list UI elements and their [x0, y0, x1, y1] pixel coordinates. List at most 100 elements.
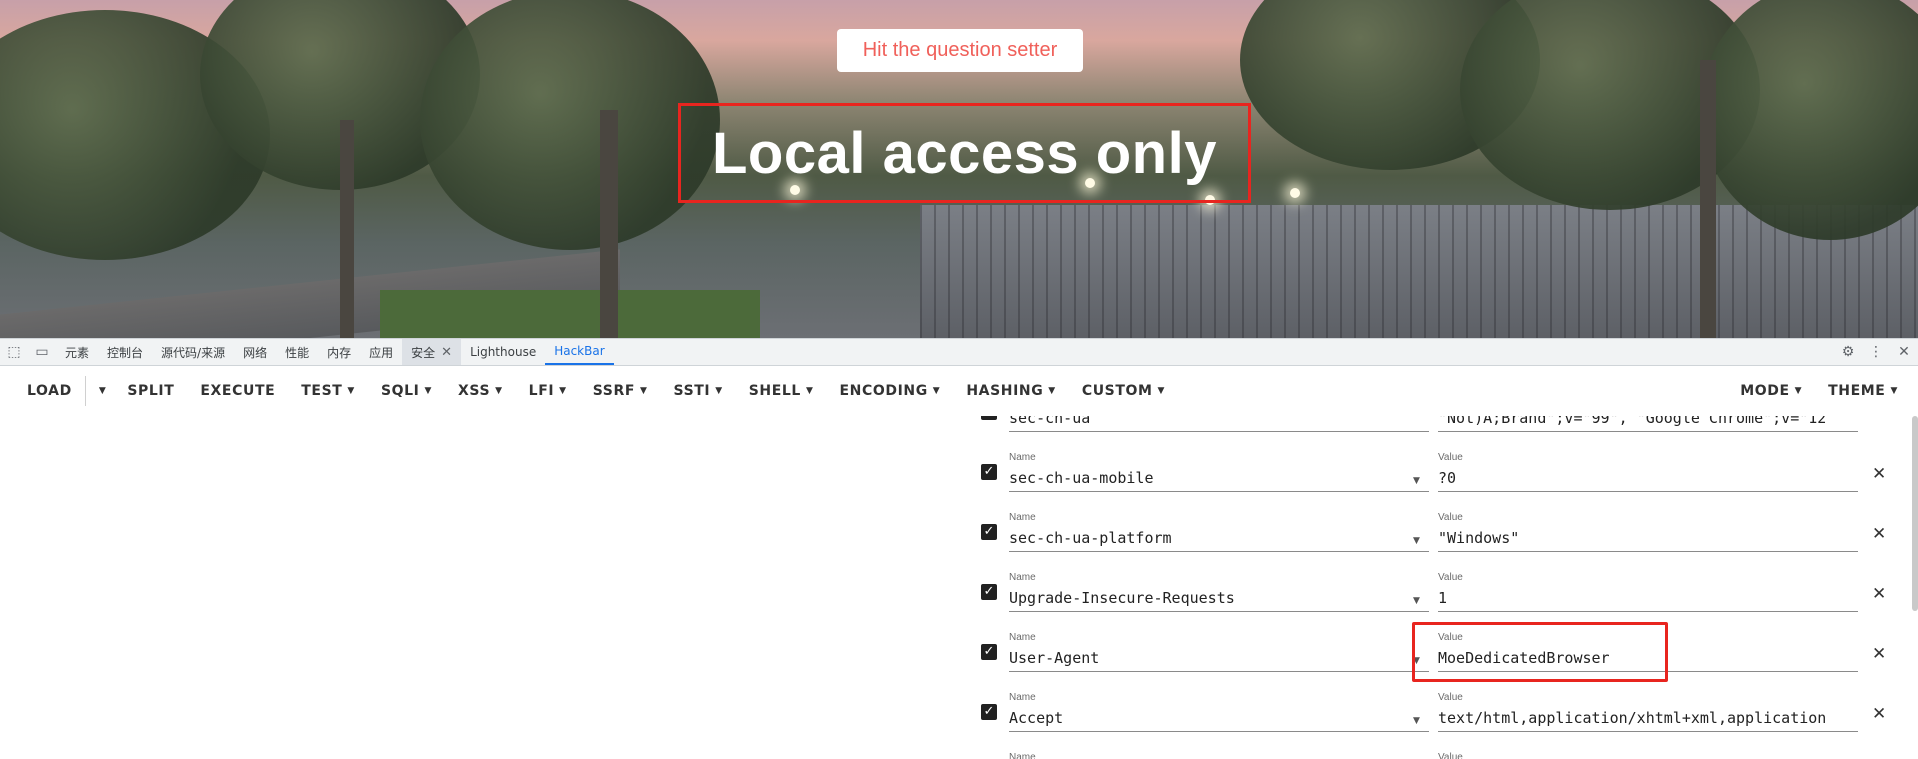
tab-application[interactable]: 应用	[360, 339, 402, 365]
header-row: Name Value	[0, 726, 1918, 759]
delete-header-icon[interactable]: ✕	[1872, 464, 1886, 484]
menu-test[interactable]: TEST ▼	[288, 366, 368, 416]
chevron-down-icon[interactable]: ▼	[1413, 536, 1420, 546]
name-label: Name	[1009, 572, 1036, 583]
menu-custom[interactable]: CUSTOM ▼	[1069, 366, 1178, 416]
delete-header-icon[interactable]: ✕	[1872, 704, 1886, 724]
header-enabled-checkbox[interactable]: ✓	[981, 464, 997, 480]
value-label: Value	[1438, 692, 1463, 703]
header-enabled-checkbox[interactable]: ✓	[981, 644, 997, 660]
menu-shell[interactable]: SHELL ▼	[736, 366, 827, 416]
background-light	[1290, 188, 1300, 198]
value-label: Value	[1438, 752, 1463, 759]
tab-elements[interactable]: 元素	[56, 339, 98, 365]
execute-button[interactable]: EXECUTE	[187, 366, 288, 416]
name-label: Name	[1009, 692, 1036, 703]
chevron-down-icon: ▼	[1157, 386, 1166, 396]
name-label: Name	[1009, 632, 1036, 643]
more-options-icon[interactable]: ⋮	[1862, 339, 1890, 365]
background-trunk	[600, 110, 618, 338]
menu-ssti-label: SSTI	[673, 383, 711, 399]
tab-network[interactable]: 网络	[234, 339, 276, 365]
header-row: ✓ Name sec-ch-ua-mobile ▼ Value ?0 ✕	[0, 426, 1918, 492]
menu-xss[interactable]: XSS ▼	[445, 366, 516, 416]
value-label: Value	[1438, 632, 1463, 643]
chevron-down-icon: ▼	[1048, 386, 1056, 396]
menu-hashing[interactable]: HASHING ▼	[953, 366, 1069, 416]
chevron-down-icon: ▼	[1890, 386, 1898, 396]
menu-lfi-label: LFI	[528, 383, 555, 399]
inspect-element-icon[interactable]: ⬚	[0, 339, 28, 365]
tab-security-label: 安全	[411, 345, 436, 360]
chevron-down-icon: ▼	[347, 386, 355, 396]
background-trunk	[1700, 60, 1716, 338]
tab-performance[interactable]: 性能	[276, 339, 318, 365]
delete-header-icon[interactable]: ✕	[1872, 584, 1886, 604]
chevron-down-icon[interactable]: ▼	[1413, 476, 1420, 486]
chevron-down-icon: ▼	[559, 386, 567, 396]
hackbar-toolbar: LOAD ▼ SPLIT EXECUTE TEST ▼ SQLI ▼ XSS ▼ LF…	[0, 366, 1918, 416]
value-label: Value	[1438, 452, 1463, 463]
load-button[interactable]: LOAD	[0, 366, 85, 416]
chevron-down-icon[interactable]: ▼	[1413, 716, 1420, 726]
load-dropdown-icon[interactable]: ▼	[86, 366, 115, 416]
menu-sqli-label: SQLI	[380, 383, 420, 399]
menu-xss-label: XSS	[458, 383, 491, 399]
close-tab-icon[interactable]: ✕	[441, 345, 452, 360]
header-row: ✓ sec-ch-ua "Not)A;Brand";v="99", "Googl…	[0, 416, 1918, 432]
chevron-down-icon: ▼	[715, 386, 723, 396]
delete-header-icon[interactable]: ✕	[1872, 644, 1886, 664]
delete-header-icon[interactable]: ✕	[1872, 524, 1886, 544]
header-enabled-checkbox[interactable]: ✓	[981, 524, 997, 540]
menu-ssrf[interactable]: SSRF ▼	[580, 366, 661, 416]
menu-encoding[interactable]: ENCODING ▼	[827, 366, 954, 416]
tab-sources[interactable]: 源代码/来源	[152, 339, 234, 365]
name-label: Name	[1009, 452, 1036, 463]
tab-security[interactable]: 安全 ✕	[402, 339, 462, 365]
tab-lighthouse[interactable]: Lighthouse	[461, 339, 545, 365]
value-label: Value	[1438, 512, 1463, 523]
chevron-down-icon: ▼	[1794, 386, 1803, 396]
chevron-down-icon: ▼	[639, 386, 648, 396]
chevron-down-icon[interactable]: ▼	[1413, 596, 1420, 606]
value-label: Value	[1438, 572, 1463, 583]
chevron-down-icon: ▼	[805, 386, 814, 396]
chevron-down-icon[interactable]: ▼	[1413, 656, 1420, 666]
page-heading: Local access only	[678, 103, 1251, 203]
menu-custom-label: CUSTOM	[1081, 383, 1153, 399]
menu-lfi[interactable]: LFI ▼	[516, 366, 580, 416]
menu-theme[interactable]: THEME ▼	[1815, 366, 1918, 416]
headers-list: ✓ sec-ch-ua "Not)A;Brand";v="99", "Googl…	[0, 416, 1918, 759]
header-row: ✓ Name Upgrade-Insecure-Requests ▼ Value…	[0, 546, 1918, 612]
header-enabled-checkbox[interactable]: ✓	[981, 704, 997, 720]
header-row: ✓ Name User-Agent ▼ Value MoeDedicatedBr…	[0, 606, 1918, 672]
page-viewport: Hit the question setter Local access onl…	[0, 0, 1918, 338]
scrollbar[interactable]	[1912, 416, 1918, 611]
devtools-tab-strip: ⬚ ▭ 元素 控制台 源代码/来源 网络 性能 内存 应用 安全 ✕ Light…	[0, 338, 1918, 366]
header-enabled-checkbox[interactable]: ✓	[981, 416, 997, 420]
menu-test-label: TEST	[301, 383, 343, 399]
split-button[interactable]: SPLIT	[114, 366, 187, 416]
menu-sqli[interactable]: SQLI ▼	[368, 366, 445, 416]
background-tree	[1700, 0, 1918, 240]
close-devtools-icon[interactable]: ✕	[1890, 339, 1918, 365]
background-grass	[380, 290, 760, 338]
header-enabled-checkbox[interactable]: ✓	[981, 584, 997, 600]
menu-ssti[interactable]: SSTI ▼	[661, 366, 736, 416]
tab-console[interactable]: 控制台	[98, 339, 152, 365]
menu-theme-label: THEME	[1828, 383, 1886, 399]
device-toolbar-icon[interactable]: ▭	[28, 339, 56, 365]
menu-ssrf-label: SSRF	[592, 383, 635, 399]
header-row: ✓ Name sec-ch-ua-platform ▼ Value "Windo…	[0, 486, 1918, 552]
tab-memory[interactable]: 内存	[318, 339, 360, 365]
menu-mode-label: MODE	[1740, 383, 1790, 399]
name-label: Name	[1009, 752, 1036, 759]
menu-hashing-label: HASHING	[966, 383, 1044, 399]
hit-setter-button[interactable]: Hit the question setter	[837, 29, 1083, 72]
settings-gear-icon[interactable]: ⚙	[1834, 339, 1862, 365]
menu-shell-label: SHELL	[748, 383, 801, 399]
tab-hackbar[interactable]: HackBar	[545, 339, 614, 365]
header-row: ✓ Name Accept ▼ Value text/html,applicat…	[0, 666, 1918, 732]
menu-mode[interactable]: MODE ▼	[1727, 366, 1815, 416]
chevron-down-icon: ▼	[424, 386, 432, 396]
